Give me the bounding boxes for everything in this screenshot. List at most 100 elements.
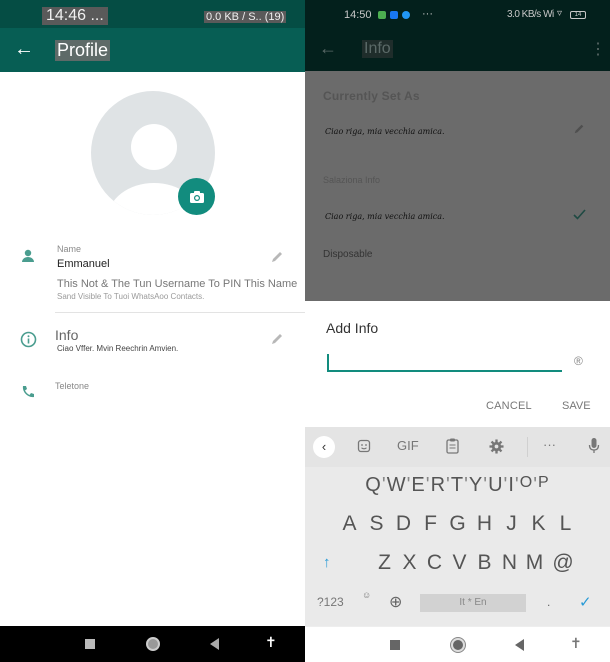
square-icon[interactable]: [85, 639, 95, 649]
divider: [55, 312, 305, 313]
name-sub-hint: Sand Visible To Tuoi WhatsAoo Contacts.: [57, 292, 205, 301]
info-option: Ciao riga, mia vecchia amica.: [325, 212, 445, 221]
status-bar: 14:46 ... 0.0 KB / S.. (19): [0, 0, 305, 28]
pencil-icon[interactable]: [270, 250, 284, 264]
phone-icon: [22, 386, 34, 398]
triangle-back-icon[interactable]: [210, 638, 219, 650]
status-time: 14:50: [344, 9, 372, 21]
app-bar: ← Info ⋮: [305, 28, 610, 71]
key-v[interactable]: V: [447, 551, 472, 575]
currently-set-as-heading: Currently Set As: [323, 89, 420, 103]
key-q[interactable]: Q: [365, 474, 382, 497]
status-bar: 14:50 ··· 3.0 KB/s Wi ▿ 14: [305, 0, 610, 28]
square-icon[interactable]: [390, 640, 400, 650]
status-time: 14:46 ...: [42, 7, 108, 25]
page-title: Profile: [55, 40, 111, 61]
info-value[interactable]: Ciao Vffer. Mvin Reechrin Amvien.: [57, 344, 178, 353]
text-cursor: [327, 354, 329, 370]
emoji-icon[interactable]: ®: [574, 354, 583, 368]
message-notification-icon: [378, 11, 386, 19]
keyboard-row-2: A S D F G H J K L: [305, 512, 610, 536]
globe-icon[interactable]: ⊕: [389, 592, 402, 612]
page-title: Info: [362, 40, 393, 58]
circle-icon[interactable]: [451, 638, 465, 652]
period-key[interactable]: .: [547, 595, 550, 609]
info-label: Info: [55, 327, 79, 343]
gif-button[interactable]: GIF: [397, 438, 419, 453]
key-u[interactable]: U: [488, 474, 503, 497]
app-bar: ← Profile: [0, 28, 305, 72]
accessibility-icon[interactable]: ✝: [265, 634, 277, 651]
keyboard-toolbar: ‹ GIF ···: [305, 427, 610, 467]
key-l[interactable]: L: [552, 512, 579, 536]
key-e[interactable]: E: [411, 474, 425, 497]
symbols-key[interactable]: ?123: [317, 595, 344, 609]
arrow-left-icon[interactable]: ←: [14, 38, 34, 61]
key-y[interactable]: Y: [469, 474, 483, 497]
accessibility-icon[interactable]: ✝: [570, 635, 582, 652]
clipboard-icon[interactable]: [446, 438, 459, 454]
more-notifications-icon: ···: [422, 8, 433, 20]
pencil-icon: [574, 124, 584, 134]
triangle-back-icon[interactable]: [515, 639, 524, 651]
navigation-bar: ✝: [0, 626, 305, 662]
key-x[interactable]: X: [397, 551, 422, 575]
more-icon[interactable]: ···: [543, 437, 556, 452]
key-r[interactable]: R: [431, 474, 446, 497]
cancel-button[interactable]: CANCEL: [486, 400, 532, 412]
space-bar[interactable]: It * En: [420, 594, 526, 612]
more-options-icon[interactable]: ⋮: [590, 39, 606, 59]
key-n[interactable]: N: [497, 551, 522, 575]
phone-label: Teletone: [55, 381, 90, 391]
dimmed-info-list: Currently Set As Ciao riga, mia vecchia …: [305, 71, 610, 301]
messenger-notification-icon: [402, 11, 410, 19]
gear-icon[interactable]: [489, 439, 504, 454]
status-network: 3.0 KB/s Wi: [507, 9, 554, 20]
emoji-comma-key[interactable]: ☺: [362, 590, 371, 600]
navigation-bar: ✝: [305, 626, 610, 662]
enter-key[interactable]: ✓: [579, 593, 592, 611]
key-g[interactable]: G: [444, 512, 471, 536]
change-photo-button[interactable]: [178, 178, 215, 215]
current-info-value: Ciao riga, mia vecchia amica.: [325, 127, 445, 136]
key-j[interactable]: J: [498, 512, 525, 536]
key-b[interactable]: B: [472, 551, 497, 575]
key-f[interactable]: F: [417, 512, 444, 536]
pencil-icon[interactable]: [270, 332, 284, 346]
toolbar-divider: [527, 437, 528, 457]
keyboard-row-3: Z X C V B N M @: [305, 551, 610, 575]
key-a[interactable]: A: [336, 512, 363, 536]
key-k[interactable]: K: [525, 512, 552, 536]
key-h[interactable]: H: [471, 512, 498, 536]
key-d[interactable]: D: [390, 512, 417, 536]
key-t[interactable]: T: [451, 474, 464, 497]
key-w[interactable]: W: [387, 474, 407, 497]
keyboard-row-4: ?123 ☺ ⊕ It * En . ✓: [305, 590, 610, 616]
name-value[interactable]: Emmanuel: [57, 258, 110, 270]
key-z[interactable]: Z: [372, 551, 397, 575]
avatar-head-shape: [131, 124, 177, 170]
keyboard-row-1: Q ' W ' E ' R ' T ' Y ' U ' I ' O ' P: [365, 474, 550, 497]
key-s[interactable]: S: [363, 512, 390, 536]
microphone-icon[interactable]: [588, 437, 600, 455]
select-info-heading: Salaziona Info: [323, 175, 381, 185]
wifi-icon: ▿: [557, 8, 563, 19]
key-at[interactable]: @: [547, 551, 579, 575]
name-label: Name: [57, 244, 82, 254]
sticker-icon[interactable]: [357, 439, 371, 453]
key-m[interactable]: M: [522, 551, 547, 575]
key-p[interactable]: P: [538, 474, 550, 497]
keyboard: ‹ GIF ··· Q ' W ' E ' R ' T ' Y ' U ' I …: [305, 427, 610, 626]
arrow-left-icon[interactable]: ←: [319, 38, 337, 59]
camera-icon: [189, 190, 204, 203]
chevron-left-icon[interactable]: ‹: [313, 436, 335, 458]
key-c[interactable]: C: [422, 551, 447, 575]
save-button[interactable]: SAVE: [562, 400, 591, 412]
battery-icon: 14: [570, 11, 586, 19]
profile-screen: 14:46 ... 0.0 KB / S.. (19) ← Profile Na…: [0, 0, 305, 662]
facebook-notification-icon: [390, 11, 398, 19]
info-input[interactable]: [327, 350, 562, 372]
circle-icon[interactable]: [146, 637, 160, 651]
dialog-title: Add Info: [326, 320, 379, 336]
key-o[interactable]: O: [520, 474, 533, 497]
